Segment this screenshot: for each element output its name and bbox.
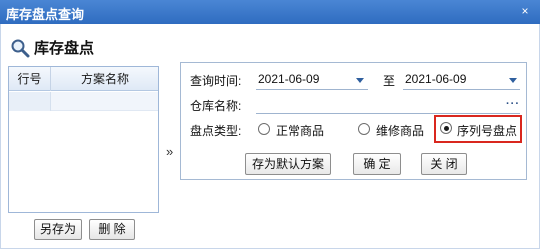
window-title-bar: 库存盘点查询 × [0,0,540,24]
confirm-button[interactable]: 确 定 [353,153,401,175]
close-icon[interactable]: × [518,3,532,19]
save-as-button[interactable]: 另存为 [34,219,82,240]
radio-normal-goods[interactable] [258,123,270,135]
table-header: 行号 方案名称 [9,67,158,91]
date-from-dropdown-icon[interactable] [356,78,364,83]
date-from-input[interactable]: 2021-06-09 [258,72,319,86]
column-header-scheme-name: 方案名称 [80,72,129,86]
radio-selected-dot [443,125,449,131]
column-header-row-number: 行号 [9,67,51,91]
save-default-scheme-button[interactable]: 存为默认方案 [245,153,331,175]
radio-repair-goods[interactable] [358,123,370,135]
page-title: 库存盘点 [34,40,95,57]
radio-normal-goods-label[interactable]: 正常商品 [276,122,324,139]
date-to-input[interactable]: 2021-06-09 [405,72,466,86]
radio-serial-count-label[interactable]: 序列号盘点 [457,122,517,139]
warehouse-label: 仓库名称: [190,99,242,113]
date-to-underline [403,89,520,90]
to-label: 至 [383,74,396,88]
count-type-label: 盘点类型: [190,124,242,138]
table-cell-row-number [9,92,51,111]
radio-repair-goods-label[interactable]: 维修商品 [376,122,424,139]
search-icon [11,39,30,58]
expand-chevron-icon[interactable]: » [166,144,173,159]
radio-serial-count[interactable] [440,122,452,134]
query-time-label: 查询时间: [190,74,242,88]
date-to-dropdown-icon[interactable] [509,78,517,83]
date-from-underline [256,89,368,90]
scheme-table: 行号 方案名称 [8,66,159,213]
table-row[interactable] [9,92,158,111]
window-title: 库存盘点查询 [6,7,85,22]
delete-button[interactable]: 删 除 [89,219,135,240]
warehouse-underline [256,113,520,114]
browse-icon[interactable]: ··· [506,98,520,110]
close-button[interactable]: 关 闭 [421,153,467,175]
